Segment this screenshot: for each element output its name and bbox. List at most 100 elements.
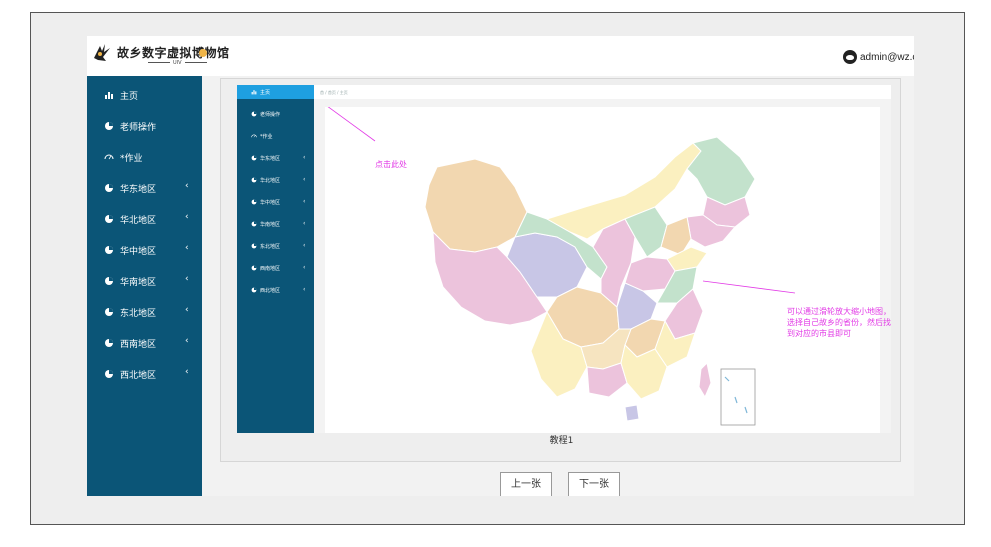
sidebar-item-label: 华中地区	[120, 247, 157, 257]
inner-sidebar-item: *作业	[237, 129, 314, 143]
inner-sidebar-label: 西北地区	[260, 288, 281, 294]
annotation-arrow	[702, 280, 796, 294]
inner-main: 首 / 首页 / 主页	[314, 85, 891, 433]
inner-sidebar-label: *作业	[260, 134, 273, 140]
annotation-click-here: 点击此处	[375, 160, 407, 169]
pie-chart-icon	[251, 199, 257, 205]
sidebar-item-label: 华南地区	[120, 278, 157, 288]
sidebar-item-label: 华东地区	[120, 185, 157, 195]
inner-sidebar: 主页 老师操作 *作业 华东地区 ‹ 华北地区 ‹ 华中地区 ‹ 华南地区 ‹ 东北地区 ‹ 西南地区 ‹ 西…	[237, 85, 314, 433]
pie-chart-icon	[104, 214, 114, 224]
sidebar-item[interactable]: 老师操作	[87, 115, 202, 137]
sidebar-item[interactable]: 东北地区 ‹	[87, 301, 202, 323]
inner-sidebar-item: 东北地区 ‹	[237, 239, 314, 253]
chevron-left-icon: ‹	[185, 243, 189, 253]
sidebar-item[interactable]: 华北地区 ‹	[87, 208, 202, 230]
sidebar-item[interactable]: 华中地区 ‹	[87, 239, 202, 261]
inner-breadcrumb: 首 / 首页 / 主页	[314, 85, 891, 99]
sidebar-item[interactable]: 华南地区 ‹	[87, 270, 202, 292]
inner-sidebar-item: 西南地区 ‹	[237, 261, 314, 275]
gauge-icon	[251, 133, 257, 139]
map-region	[424, 158, 528, 253]
logo-subtitle: UIV	[145, 60, 210, 66]
next-button[interactable]: 下一张	[568, 472, 620, 496]
inner-sidebar-item: 华南地区 ‹	[237, 217, 314, 231]
chevron-left-icon: ‹	[185, 305, 189, 315]
avatar[interactable]	[843, 50, 857, 64]
inner-sidebar-item: 西北地区 ‹	[237, 283, 314, 297]
inner-sidebar-label: 主页	[260, 90, 271, 96]
inner-sidebar-label: 华中地区	[260, 200, 281, 206]
sidebar-item-label: 西南地区	[120, 340, 157, 350]
inner-breadcrumb-text: 首 / 首页 / 主页	[320, 90, 348, 95]
sidebar-item[interactable]: 主页	[87, 84, 202, 106]
tutorial-screenshot: 主页 老师操作 *作业 华东地区 ‹ 华北地区 ‹ 华中地区 ‹ 华南地区 ‹ 东北地区 ‹ 西南地区 ‹ 西…	[237, 85, 891, 433]
annotation-arrow	[327, 107, 376, 142]
pie-chart-icon	[251, 287, 257, 293]
annotation-map-help: 可以通过滑轮放大缩小地图，选择自己故乡的省份，然后找到对应的市县即可	[787, 307, 891, 338]
inner-sidebar-item: 华北地区 ‹	[237, 173, 314, 187]
chevron-left-icon: ‹	[303, 176, 306, 183]
sidebar-item-label: *作业	[120, 154, 143, 164]
logo-icon	[94, 44, 110, 61]
user-name[interactable]: admin@wz.com	[860, 52, 914, 63]
sidebar-item-label: 东北地区	[120, 309, 157, 319]
inner-sidebar-label: 西南地区	[260, 266, 281, 272]
chevron-left-icon: ‹	[185, 181, 189, 191]
bar-chart-icon	[251, 89, 257, 95]
map-region	[698, 361, 712, 399]
pie-chart-icon	[251, 243, 257, 249]
inner-sidebar-item: 主页	[237, 85, 314, 99]
chevron-left-icon: ‹	[303, 220, 306, 227]
map-region	[686, 136, 756, 206]
sidebar-item[interactable]: 西南地区 ‹	[87, 332, 202, 354]
inner-sidebar-label: 华北地区	[260, 178, 281, 184]
sidebar-item[interactable]: 华东地区 ‹	[87, 177, 202, 199]
pie-chart-icon	[104, 245, 114, 255]
pie-chart-icon	[251, 265, 257, 271]
pie-chart-icon	[104, 183, 114, 193]
pie-icon	[104, 121, 114, 131]
bar-chart-icon	[104, 90, 114, 100]
inner-sidebar-item: 华中地区 ‹	[237, 195, 314, 209]
tutorial-panel: 主页 老师操作 *作业 华东地区 ‹ 华北地区 ‹ 华中地区 ‹ 华南地区 ‹ 东北地区 ‹ 西南地区 ‹ 西…	[220, 78, 901, 462]
sidebar-item[interactable]: *作业	[87, 146, 202, 168]
sidebar-item-label: 主页	[120, 92, 139, 102]
tutorial-caption: 教程1	[549, 436, 574, 446]
sidebar-item[interactable]: 西北地区 ‹	[87, 363, 202, 385]
chevron-left-icon: ‹	[185, 336, 189, 346]
map-area[interactable]	[325, 107, 880, 433]
map-region	[586, 362, 628, 398]
chevron-left-icon: ‹	[185, 212, 189, 222]
inner-sidebar-item: 华东地区 ‹	[237, 151, 314, 165]
pie-icon	[251, 111, 257, 117]
sidebar-item-label: 华北地区	[120, 216, 157, 226]
gauge-icon	[104, 152, 114, 162]
inner-sidebar-item: 老师操作	[237, 107, 314, 121]
logo-title: 故乡数字虚拟博物馆	[117, 46, 230, 60]
chevron-left-icon: ‹	[303, 242, 306, 249]
china-map[interactable]	[325, 107, 880, 433]
sidebar-item-label: 老师操作	[120, 123, 157, 133]
map-region	[624, 404, 640, 422]
top-bar: 故乡数字虚拟博物馆 UIV admin@wz.com	[87, 36, 914, 76]
pie-chart-icon	[104, 369, 114, 379]
inner-sidebar-label: 华南地区	[260, 222, 281, 228]
app-window: 故乡数字虚拟博物馆 UIV admin@wz.com 主页老师操作*作业华东地区…	[87, 36, 914, 496]
sidebar-item-label: 西北地区	[120, 371, 157, 381]
pie-chart-icon	[104, 276, 114, 286]
pie-chart-icon	[104, 338, 114, 348]
pie-chart-icon	[251, 155, 257, 161]
chevron-left-icon: ‹	[303, 198, 306, 205]
chevron-left-icon: ‹	[185, 274, 189, 284]
chevron-left-icon: ‹	[303, 154, 306, 161]
sidebar: 主页 老师操作 *作业 华东地区 ‹ 华北地区 ‹ 华中地区 ‹ 华南地区 ‹ 东北地区 ‹ 西南地区 ‹ 西…	[87, 76, 202, 496]
chevron-left-icon: ‹	[185, 367, 189, 377]
pie-chart-icon	[251, 221, 257, 227]
status-dot	[199, 49, 207, 57]
inner-sidebar-label: 华东地区	[260, 156, 281, 162]
chevron-left-icon: ‹	[303, 264, 306, 271]
pie-chart-icon	[104, 307, 114, 317]
prev-button[interactable]: 上一张	[500, 472, 552, 496]
inner-sidebar-label: 东北地区	[260, 244, 281, 250]
